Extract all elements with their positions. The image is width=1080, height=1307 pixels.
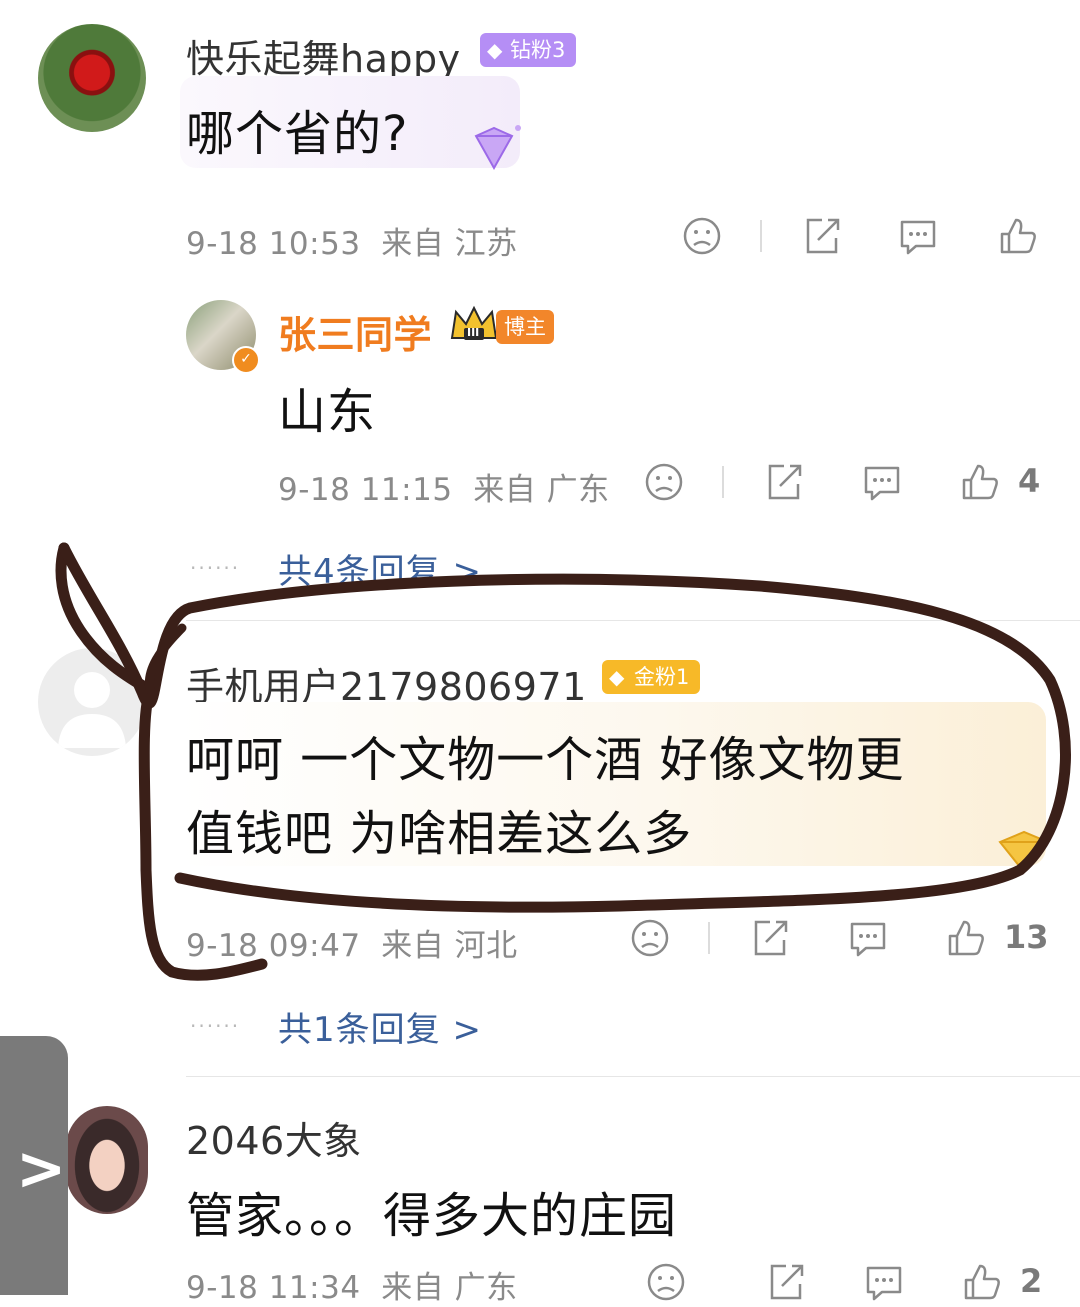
hand-drawn-highlight-loop [55, 542, 1071, 981]
